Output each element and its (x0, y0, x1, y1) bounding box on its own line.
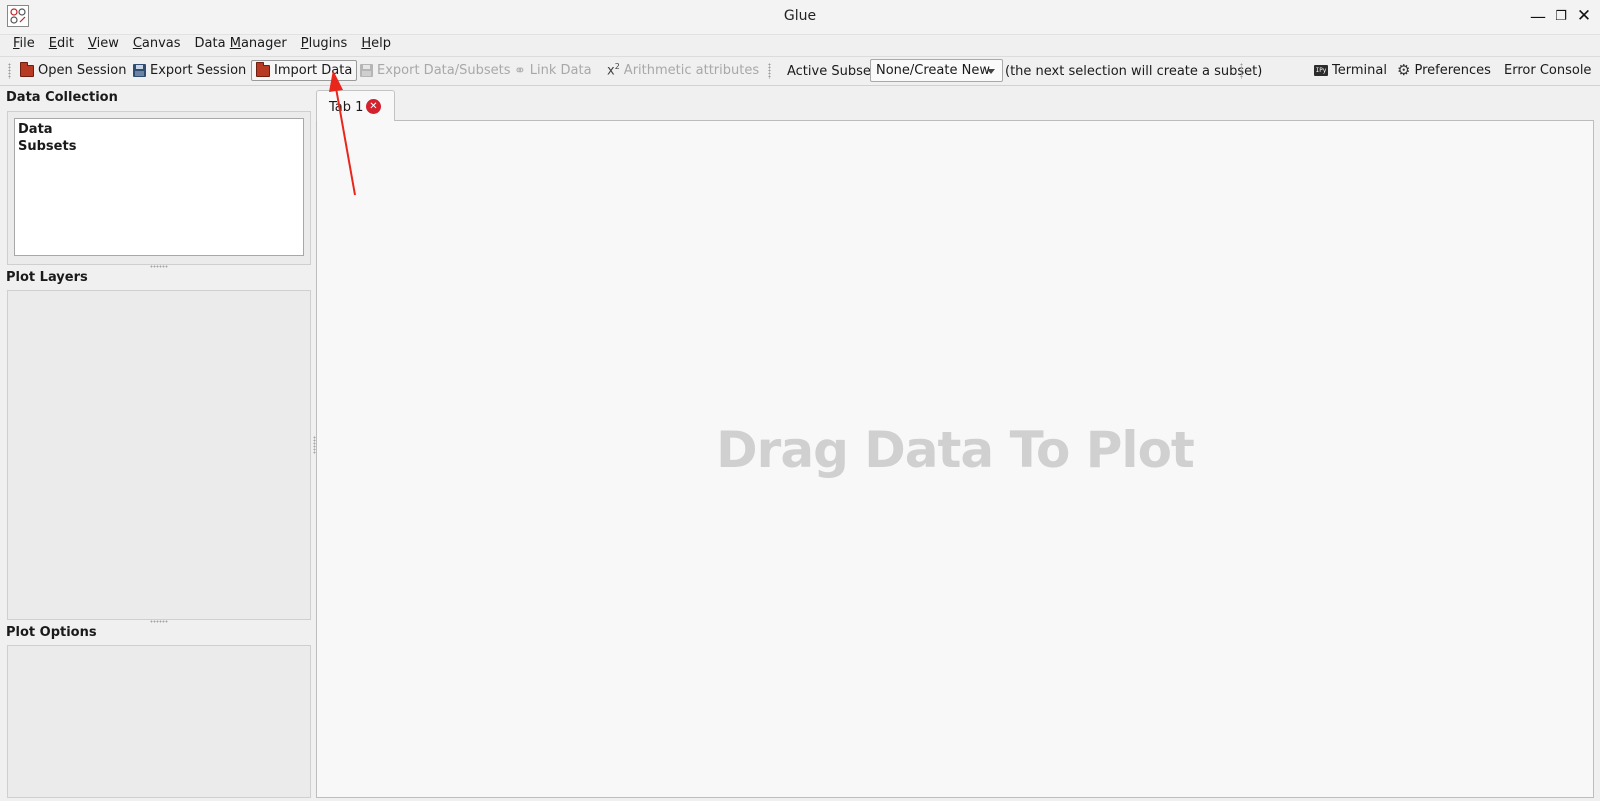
menu-bar: File Edit View Canvas Data Manager Plugi… (0, 34, 1600, 54)
open-session-button[interactable]: Open Session (16, 60, 130, 81)
tree-item-subsets[interactable]: Subsets (18, 138, 300, 155)
gear-icon: ⚙ (1397, 61, 1411, 79)
export-session-label: Export Session (150, 63, 247, 78)
menu-canvas[interactable]: Canvas (126, 34, 188, 54)
menu-data-manager[interactable]: Data Manager (188, 34, 294, 54)
minimize-icon[interactable]: — (1528, 6, 1548, 26)
terminal-button[interactable]: IPy Terminal (1310, 60, 1391, 81)
link-data-label: Link Data (529, 63, 592, 78)
arithmetic-attributes-label: Arithmetic attributes (623, 63, 760, 78)
menu-edit[interactable]: Edit (42, 34, 81, 54)
import-data-button[interactable]: Import Data (251, 60, 358, 81)
plot-layers-panel (7, 290, 311, 620)
data-collection-tree[interactable]: Data Subsets (14, 118, 304, 256)
open-session-label: Open Session (38, 63, 127, 78)
plot-layers-title: Plot Layers (6, 270, 88, 285)
import-data-label: Import Data (274, 63, 353, 78)
tab-1[interactable]: Tab 1 ✕ (316, 90, 395, 121)
tree-item-data[interactable]: Data (18, 121, 300, 138)
preferences-label: Preferences (1414, 63, 1491, 78)
toolbar-grip[interactable] (8, 63, 11, 79)
panel-splitter-handle[interactable] (150, 620, 168, 623)
close-icon[interactable]: ✕ (1574, 6, 1594, 26)
x-squared-icon: x2 (607, 62, 620, 79)
toolbar-grip[interactable] (768, 63, 771, 79)
export-data-subsets-button[interactable]: Export Data/Subsets (356, 60, 515, 81)
folder-icon (20, 61, 34, 77)
menu-help[interactable]: Help (354, 34, 398, 54)
plot-options-panel (7, 645, 311, 798)
export-session-button[interactable]: Export Session (129, 60, 250, 81)
restore-icon[interactable]: ❐ (1551, 6, 1571, 26)
preferences-button[interactable]: ⚙ Preferences (1393, 60, 1495, 81)
menu-file[interactable]: File (6, 34, 42, 54)
active-subset-value: None/Create New (876, 63, 990, 78)
error-console-label: Error Console (1504, 63, 1592, 78)
active-subset-dropdown[interactable]: None/Create New (870, 59, 1003, 82)
tab-label: Tab 1 (329, 100, 364, 115)
title-bar: Glue — ❐ ✕ (0, 0, 1600, 35)
subset-hint-text: (the next selection will create a subset… (1005, 64, 1263, 79)
canvas-hint-text: Drag Data To Plot (716, 421, 1195, 479)
terminal-label: Terminal (1332, 63, 1387, 78)
plot-canvas-area[interactable]: Drag Data To Plot (316, 120, 1594, 798)
main-toolbar: Open Session Export Session Import Data … (0, 56, 1600, 86)
plot-options-title: Plot Options (6, 625, 97, 640)
panel-splitter-handle[interactable] (150, 265, 168, 268)
folder-icon (256, 61, 270, 77)
menu-plugins[interactable]: Plugins (294, 34, 355, 54)
error-console-button[interactable]: Error Console (1500, 60, 1595, 81)
disk-icon (133, 64, 146, 77)
window-title: Glue (783, 8, 817, 24)
chevron-down-icon (987, 69, 995, 74)
tab-close-icon[interactable]: ✕ (366, 99, 381, 114)
active-subset-label: Active Subset: (787, 64, 881, 79)
arithmetic-attributes-button[interactable]: x2 Arithmetic attributes (603, 60, 763, 81)
disk-icon (360, 64, 373, 77)
menu-view[interactable]: View (81, 34, 126, 54)
data-collection-title: Data Collection (6, 90, 118, 105)
export-data-subsets-label: Export Data/Subsets (377, 63, 511, 78)
terminal-icon: IPy (1314, 65, 1328, 76)
toolbar-grip[interactable] (1240, 63, 1243, 79)
link-data-button[interactable]: ⚭ Link Data (510, 60, 596, 81)
link-icon: ⚭ (514, 62, 526, 79)
